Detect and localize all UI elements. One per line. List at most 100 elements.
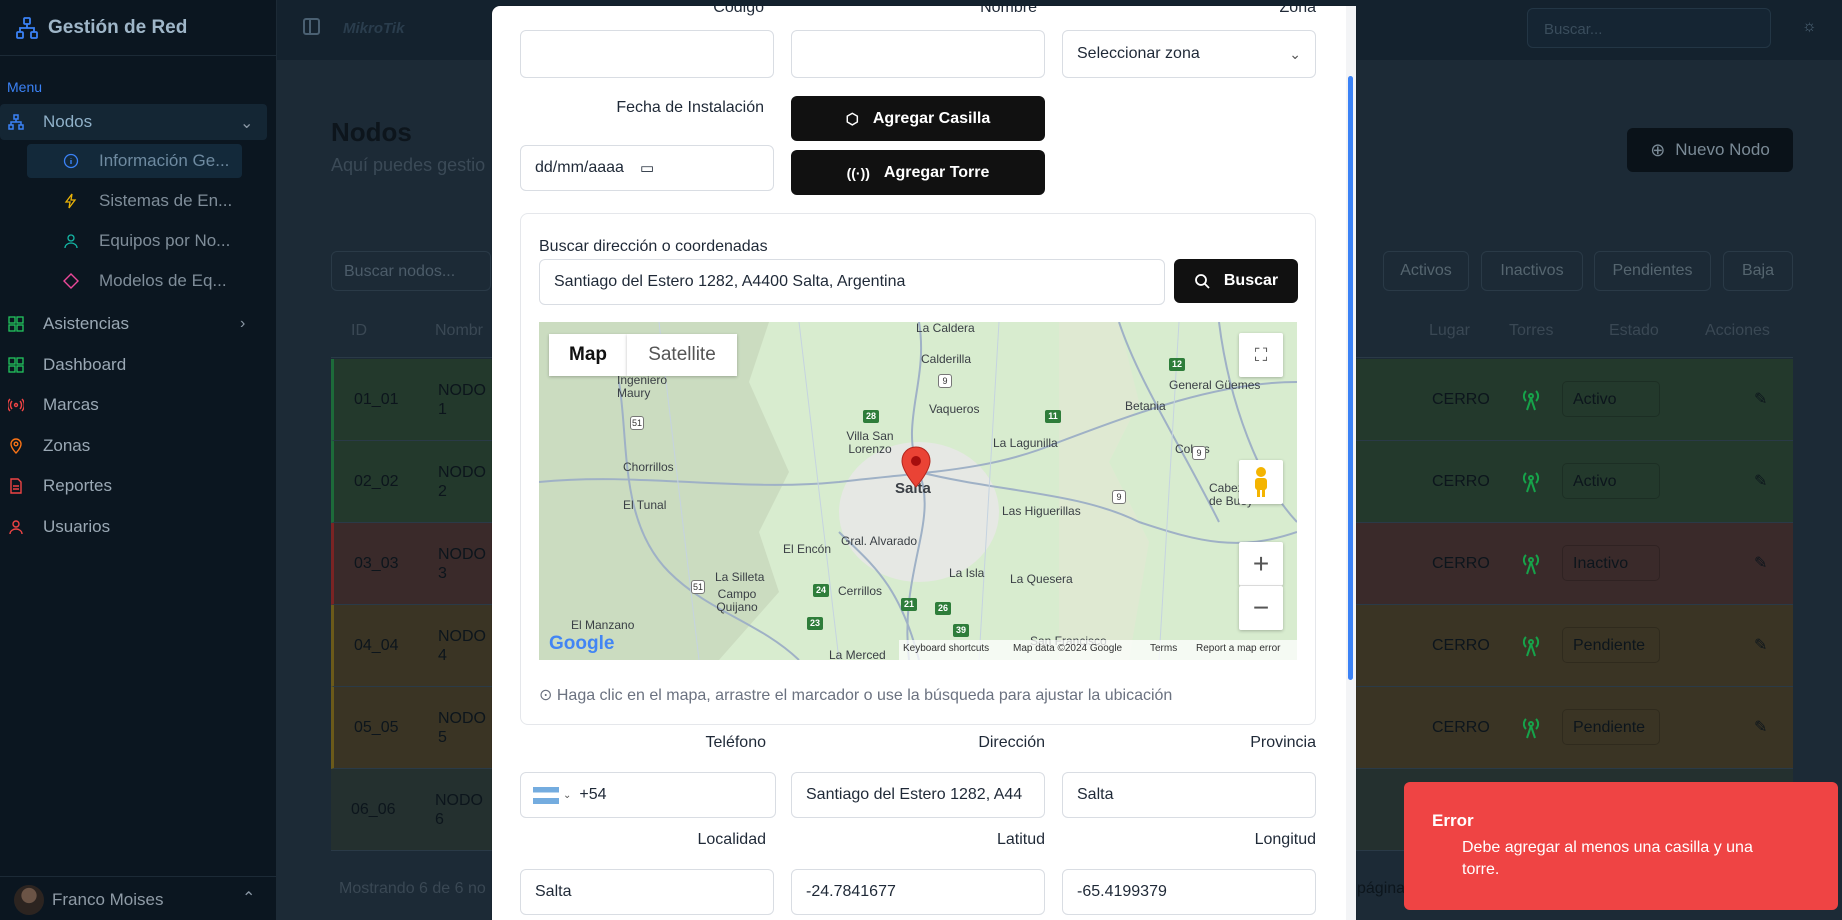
status-select[interactable]: Activo bbox=[1562, 381, 1660, 417]
map-data-label: Map data ©2024 Google bbox=[1013, 643, 1123, 654]
telefono-label: Teléfono bbox=[705, 734, 767, 751]
users-icon bbox=[64, 234, 78, 249]
new-node-label: Nuevo Nodo bbox=[1675, 140, 1770, 159]
nombre-input[interactable] bbox=[791, 30, 1045, 78]
sidebar-item-label: Nodos bbox=[43, 112, 93, 131]
map-place-label: La Silleta bbox=[715, 570, 765, 584]
keyboard-shortcuts-link[interactable]: Keyboard shortcuts bbox=[903, 643, 989, 654]
edit-icon[interactable]: ✎ bbox=[1754, 635, 1774, 655]
column-header: Nombr bbox=[435, 322, 484, 339]
direccion-input[interactable]: Santiago del Estero 1282, A44 bbox=[791, 772, 1045, 818]
edit-icon[interactable]: ✎ bbox=[1754, 389, 1774, 409]
sidebar-item-zonas[interactable]: Zonas bbox=[0, 428, 277, 464]
search-button[interactable]: Buscar bbox=[1174, 259, 1298, 303]
map-type-map-tab[interactable]: Map bbox=[549, 334, 627, 376]
row-name: NODO 3 bbox=[438, 546, 486, 582]
sidebar-item-marcas[interactable]: Marcas bbox=[0, 387, 277, 423]
route-shield: 26 bbox=[935, 602, 951, 615]
fecha-input[interactable]: dd/mm/aaaa ▭ bbox=[520, 145, 774, 191]
new-node-button[interactable]: ⊕ Nuevo Nodo bbox=[1627, 128, 1793, 172]
route-shield: 39 bbox=[953, 624, 969, 637]
location-card: Buscar dirección o coordenadas Santiago … bbox=[520, 213, 1316, 725]
telefono-input[interactable]: ⌄ +54 bbox=[520, 772, 776, 818]
status-select[interactable]: Activo bbox=[1562, 463, 1660, 499]
map-place-label: Villa San Lorenzo bbox=[846, 429, 894, 456]
map-place-label: Campo Quijano bbox=[716, 587, 758, 614]
sidebar-item-label: Dashboard bbox=[43, 355, 127, 374]
provincia-input[interactable]: Salta bbox=[1062, 772, 1316, 818]
fullscreen-icon[interactable]: ⛶ bbox=[1239, 333, 1283, 377]
network-icon bbox=[8, 114, 24, 130]
tower-icon bbox=[1522, 636, 1540, 657]
status-select[interactable]: Pendiente bbox=[1562, 627, 1660, 663]
map-place-label: La Lagunilla bbox=[993, 436, 1058, 450]
sidebar-item-asistencias[interactable]: Asistencias › bbox=[0, 306, 277, 342]
street-view-pegman-icon[interactable] bbox=[1239, 460, 1283, 504]
sidebar-subitem-informacion[interactable]: Información Ge... bbox=[27, 144, 242, 178]
map-marker-icon[interactable] bbox=[901, 446, 931, 488]
toast-message: Debe agregar al menos una casilla y una … bbox=[1462, 839, 1753, 878]
sidebar-item-label: Reportes bbox=[43, 476, 112, 495]
row-id: 05_05 bbox=[354, 719, 399, 736]
brand: Gestión de Red bbox=[0, 0, 276, 56]
localidad-label: Localidad bbox=[697, 831, 767, 848]
map-place-label: Calderilla bbox=[921, 352, 972, 366]
direccion-label: Dirección bbox=[978, 734, 1045, 751]
filter-baja[interactable]: Baja bbox=[1723, 251, 1793, 291]
sidebar-subitem-sistemas[interactable]: Sistemas de En... bbox=[27, 184, 242, 218]
argentina-flag-icon[interactable] bbox=[533, 786, 559, 804]
zoom-out-icon[interactable]: − bbox=[1239, 586, 1283, 630]
localidad-input[interactable]: Salta bbox=[520, 869, 774, 915]
user-menu[interactable]: Franco Moises ⌃ bbox=[0, 876, 277, 920]
zoom-in-icon[interactable]: + bbox=[1239, 542, 1283, 586]
terms-link[interactable]: Terms bbox=[1150, 643, 1177, 654]
map-place-label: Betania bbox=[1125, 399, 1166, 413]
calendar-icon[interactable]: ▭ bbox=[640, 159, 654, 177]
table-footer: Mostrando 6 de 6 no bbox=[339, 880, 486, 897]
add-casilla-button[interactable]: ⬡ Agregar Casilla bbox=[791, 96, 1045, 141]
edit-icon[interactable]: ✎ bbox=[1754, 471, 1774, 491]
tower-icon bbox=[1522, 390, 1540, 411]
info-icon bbox=[63, 153, 79, 169]
add-torre-button[interactable]: ((·)) Agregar Torre bbox=[791, 150, 1045, 195]
sidebar-subitem-modelos[interactable]: Modelos de Eq... bbox=[27, 264, 242, 298]
map-place-label: El Manzano bbox=[571, 618, 635, 632]
map-place-label: Cerrillos bbox=[838, 584, 883, 598]
global-search-input[interactable]: Buscar... bbox=[1527, 8, 1771, 48]
chevron-down-icon: ⌄ bbox=[240, 115, 254, 132]
route-shield: 21 bbox=[901, 598, 917, 611]
column-header: ID bbox=[351, 322, 367, 339]
zona-select[interactable]: Seleccionar zona ⌄ bbox=[1062, 30, 1316, 78]
theme-toggle-icon[interactable]: ☼ bbox=[1802, 18, 1818, 35]
sidebar-item-label: Zonas bbox=[43, 436, 91, 455]
sidebar-subitem-equipos[interactable]: Equipos por No... bbox=[27, 224, 242, 258]
sidebar-item-usuarios[interactable]: Usuarios bbox=[0, 509, 277, 545]
map[interactable]: La Caldera Calderilla Ingeniero Maury Va… bbox=[539, 322, 1297, 660]
row-id: 06_06 bbox=[351, 801, 396, 818]
report-map-error-link[interactable]: Report a map error bbox=[1196, 643, 1280, 654]
row-name: NODO 5 bbox=[438, 710, 486, 746]
modal-scrollbar-thumb[interactable] bbox=[1348, 76, 1353, 680]
status-select[interactable]: Inactivo bbox=[1562, 545, 1660, 581]
antenna-icon bbox=[8, 398, 24, 412]
grid-icon bbox=[8, 316, 24, 332]
route-shield: 12 bbox=[1169, 358, 1185, 371]
filter-activos[interactable]: Activos bbox=[1383, 251, 1469, 291]
sidebar-item-reportes[interactable]: Reportes bbox=[0, 468, 277, 504]
status-select[interactable]: Pendiente bbox=[1562, 709, 1660, 745]
map-type-satellite-tab[interactable]: Satellite bbox=[627, 334, 737, 376]
sidebar-subitem-label: Equipos por No... bbox=[99, 231, 231, 250]
codigo-input[interactable] bbox=[520, 30, 774, 78]
filter-inactivos[interactable]: Inactivos bbox=[1481, 251, 1583, 291]
edit-icon[interactable]: ✎ bbox=[1754, 553, 1774, 573]
sidebar-toggle-icon[interactable] bbox=[303, 18, 320, 35]
edit-icon[interactable]: ✎ bbox=[1754, 717, 1774, 737]
sidebar-item-dashboard[interactable]: Dashboard bbox=[0, 347, 277, 383]
node-search-input[interactable]: Buscar nodos... bbox=[331, 251, 491, 291]
longitud-input[interactable]: -65.4199379 bbox=[1062, 869, 1316, 915]
sidebar-item-nodos[interactable]: Nodos ⌄ bbox=[0, 104, 267, 140]
address-search-input[interactable]: Santiago del Estero 1282, A4400 Salta, A… bbox=[539, 259, 1165, 305]
filter-pendientes[interactable]: Pendientes bbox=[1594, 251, 1711, 291]
chevron-right-icon: › bbox=[240, 315, 246, 332]
latitud-input[interactable]: -24.7841677 bbox=[791, 869, 1045, 915]
